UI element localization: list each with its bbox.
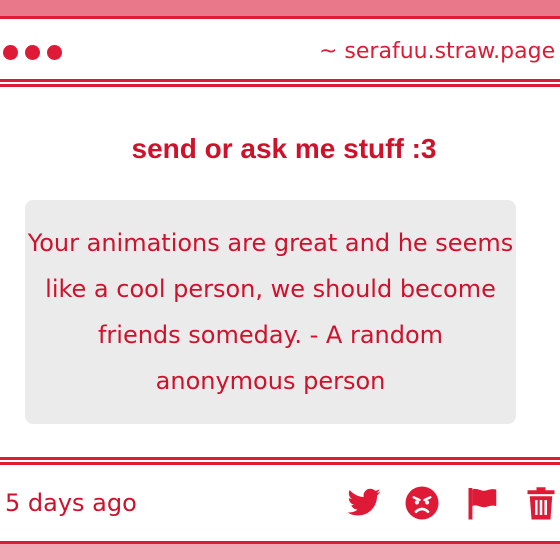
window-dot-2 xyxy=(25,45,40,60)
post-card: send or ask me stuff :3 Your animations … xyxy=(0,84,560,460)
twitter-bird-icon[interactable] xyxy=(346,485,382,521)
url-label: ~ serafuu.straw.page xyxy=(319,39,556,64)
window-titlebar: ~ serafuu.straw.page xyxy=(0,16,560,82)
timestamp: 5 days ago xyxy=(5,489,137,517)
angry-face-icon[interactable] xyxy=(404,485,440,521)
window-dot-3 xyxy=(47,45,62,60)
post-footer: 5 days ago xyxy=(0,462,560,544)
bottom-border-band xyxy=(0,544,560,560)
top-border-band xyxy=(0,0,560,16)
message-box: Your animations are great and he seems l… xyxy=(25,200,516,424)
page-title: send or ask me stuff :3 xyxy=(131,133,437,164)
window-dot-1 xyxy=(3,45,18,60)
flag-icon[interactable] xyxy=(464,485,500,521)
message-text: Your animations are great and he seems l… xyxy=(27,229,514,395)
trash-icon[interactable] xyxy=(523,485,559,521)
